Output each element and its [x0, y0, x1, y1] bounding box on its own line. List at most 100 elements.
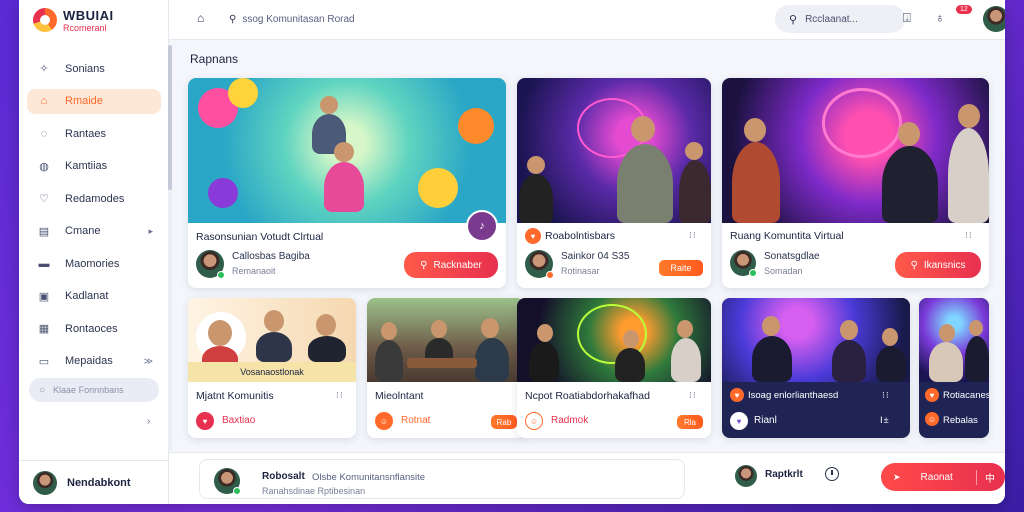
comment-subtext: Ranahsdinae Rptibesinan [262, 486, 366, 496]
join-button-label: Ikansnics [923, 259, 966, 271]
heart-icon: ♥ [525, 228, 541, 244]
join-button[interactable]: Raite [659, 260, 703, 276]
more-options-icon[interactable]: ⁝⁝ [882, 390, 890, 401]
notification-badge: 12 [956, 5, 972, 14]
community-card[interactable]: Ruang Komuntita Virtual ⁝⁝ Sonatsgdlae S… [722, 78, 989, 288]
compass-icon: ✧ [39, 63, 49, 75]
share-icon[interactable]: Ⅰ± [880, 415, 890, 426]
app-logo[interactable]: WBUIAI Rcomeranl [33, 6, 163, 36]
search-input-text: Rcclaanat... [805, 13, 858, 25]
sidebar-user[interactable]: Nendabkont [19, 460, 169, 504]
collapse-chevron-icon[interactable]: › [147, 416, 150, 427]
card-thumbnail[interactable] [517, 78, 711, 223]
address-text: ssog Komunitasan Rorad [242, 13, 355, 25]
clock-icon[interactable] [825, 467, 839, 481]
comment-preview[interactable]: Robosalt Olsbe Komunitansnflansite Ranah… [199, 459, 685, 499]
community-card[interactable]: ♥ Isoag enlorlianthaesd ⁝⁝ ♥ Rianl Ⅰ± [722, 298, 910, 438]
sidebar-item-rontaoces[interactable]: ▦ Rontaoces [27, 316, 161, 341]
card-thumbnail[interactable] [919, 298, 989, 382]
avatar [730, 250, 757, 277]
music-note-button[interactable]: ♪ [466, 210, 498, 242]
card-thumbnail[interactable] [367, 298, 525, 382]
folder-icon: ▬ [38, 257, 50, 270]
community-card[interactable]: ♥ Rotiacanes ☺ Rebalas [919, 298, 989, 438]
heart-icon: ♥ [925, 388, 939, 402]
smile-icon: ☺ [375, 412, 393, 430]
search-icon: ⚲ [789, 13, 798, 26]
sidebar-search[interactable]: ○ Klaae Fonnnbans [29, 378, 159, 402]
sidebar-item-label: Kamtiias [65, 160, 108, 172]
grid-icon: ▦ [38, 323, 50, 335]
community-card[interactable]: Vosanaostlonak Mjatnt Komunitis ⁝⁝ ♥ Bax… [188, 298, 356, 438]
card-thumbnail[interactable] [517, 298, 711, 382]
card-title: Isoag enlorlianthaesd [748, 390, 839, 401]
community-card[interactable]: Mieolntant ☺ Rotnat Rab [367, 298, 525, 438]
sidebar-item-label: Cmane [65, 225, 101, 237]
home-icon: ⌂ [40, 95, 48, 107]
sidebar-item-kamtiias[interactable]: ◍ Kamtiias [27, 154, 161, 179]
app-window: WBUIAI Rcomeranl ✧ Sonians ⌂ Rmaide ◌ Ra… [19, 0, 1005, 504]
search-icon: ⚲ [229, 13, 237, 25]
join-button[interactable]: ⚲ Racknaber [404, 252, 498, 278]
download-icon[interactable]: ⍗ [903, 10, 911, 26]
double-chevron-icon[interactable]: ≫ [144, 356, 153, 367]
card-thumbnail[interactable] [188, 78, 506, 223]
community-card[interactable]: ♥ Roabolntisbars ⁝⁝ Sainkor 04 S35 Rotin… [517, 78, 711, 288]
card-user-name: Callosbas Bagiba [232, 251, 310, 262]
sidebar-item-redamodes[interactable]: ♡ Redamodes [27, 186, 161, 211]
heart-icon: ♡ [39, 193, 49, 205]
address-bar[interactable]: ⚲ ssog Komunitasan Rorad [221, 6, 651, 32]
sidebar-item-label: Redamodes [65, 192, 125, 205]
language-icon[interactable]: 中 [976, 469, 995, 485]
card-thumbnail[interactable] [722, 78, 989, 223]
avatar[interactable] [983, 6, 1005, 32]
sidebar-item-cmane[interactable]: ▤ Cmane ▸ [27, 219, 161, 244]
more-options-icon[interactable]: ⁝⁝ [689, 230, 697, 241]
card-title: Roabolntisbars [545, 230, 616, 242]
sidebar-item-rmaide[interactable]: ⌂ Rmaide [27, 88, 161, 114]
avatar [214, 468, 241, 495]
more-options-icon[interactable]: ⁝⁝ [965, 230, 973, 241]
home-icon[interactable]: ⌂ [197, 11, 204, 25]
card-thumbnail[interactable] [722, 298, 910, 382]
card-user-sub: Rotinasar [561, 266, 600, 276]
search-icon: ⚲ [910, 259, 918, 271]
more-options-icon[interactable]: ⁝⁝ [689, 390, 697, 401]
join-now-button[interactable]: ➤ Raonat 中 [881, 463, 1005, 491]
join-button[interactable]: Rla [677, 415, 703, 429]
card-title: Ncpot Roatiabdorhakafhad [525, 390, 650, 402]
send-icon: ➤ [893, 471, 901, 482]
sidebar-item-label: Rontaoces [65, 322, 118, 335]
sidebar-item-maomories[interactable]: ▬ Maomories [27, 251, 161, 276]
card-user-sub: Somadan [764, 266, 803, 276]
sidebar-scrollbar-thumb[interactable] [168, 45, 172, 190]
sidebar-item-sonians[interactable]: ✧ Sonians [27, 56, 161, 81]
join-button[interactable]: ⚲ Ikansnics [895, 252, 981, 278]
bell-icon: ◍ [39, 160, 49, 173]
logo-title: WBUIAI [63, 8, 114, 23]
sidebar-search-placeholder: Klaae Fonnnbans [53, 385, 124, 395]
sidebar-item-label: Kadlanat [65, 290, 109, 302]
join-now-label: Raonat [920, 471, 953, 483]
sidebar-item-kadlanat[interactable]: ▣ Kadlanat [27, 284, 161, 309]
sidebar-item-label: Rantaes [65, 127, 106, 140]
chevron-right-icon[interactable]: ▸ [148, 226, 153, 237]
sidebar-item-mepaidas[interactable]: ▭ Mepaidas ≫ [27, 349, 161, 374]
community-card[interactable]: ♪ Rasonsunian Votudt Clrtual Callosbas B… [188, 78, 506, 288]
notification-bell-icon[interactable]: ♁ [935, 10, 945, 25]
more-options-icon[interactable]: ⁝⁝ [336, 390, 344, 401]
bottom-bar: Robosalt Olsbe Komunitansnflansite Ranah… [169, 452, 1005, 504]
card-title: Rotiacanes [943, 390, 989, 401]
community-card[interactable]: Ncpot Roatiabdorhakafhad ⁝⁝ ☺ Radmok Rla [517, 298, 711, 438]
current-user-name: Raptkrlt [765, 469, 803, 480]
comment-message: Olsbe Komunitansnflansite [312, 472, 426, 483]
search-icon: ○ [39, 384, 46, 396]
card-user-name: Sainkor 04 S35 [561, 251, 630, 262]
search-input[interactable]: ⚲ Rcclaanat... [775, 5, 905, 33]
join-button[interactable]: Rab [491, 415, 517, 429]
calendar-icon: ▣ [38, 290, 50, 303]
sidebar-user-name: Nendabkont [67, 476, 131, 489]
message-icon: ▭ [38, 355, 50, 368]
comment-author: Robosalt [262, 471, 305, 482]
sidebar-item-rantaes[interactable]: ◌ Rantaes [27, 121, 161, 146]
